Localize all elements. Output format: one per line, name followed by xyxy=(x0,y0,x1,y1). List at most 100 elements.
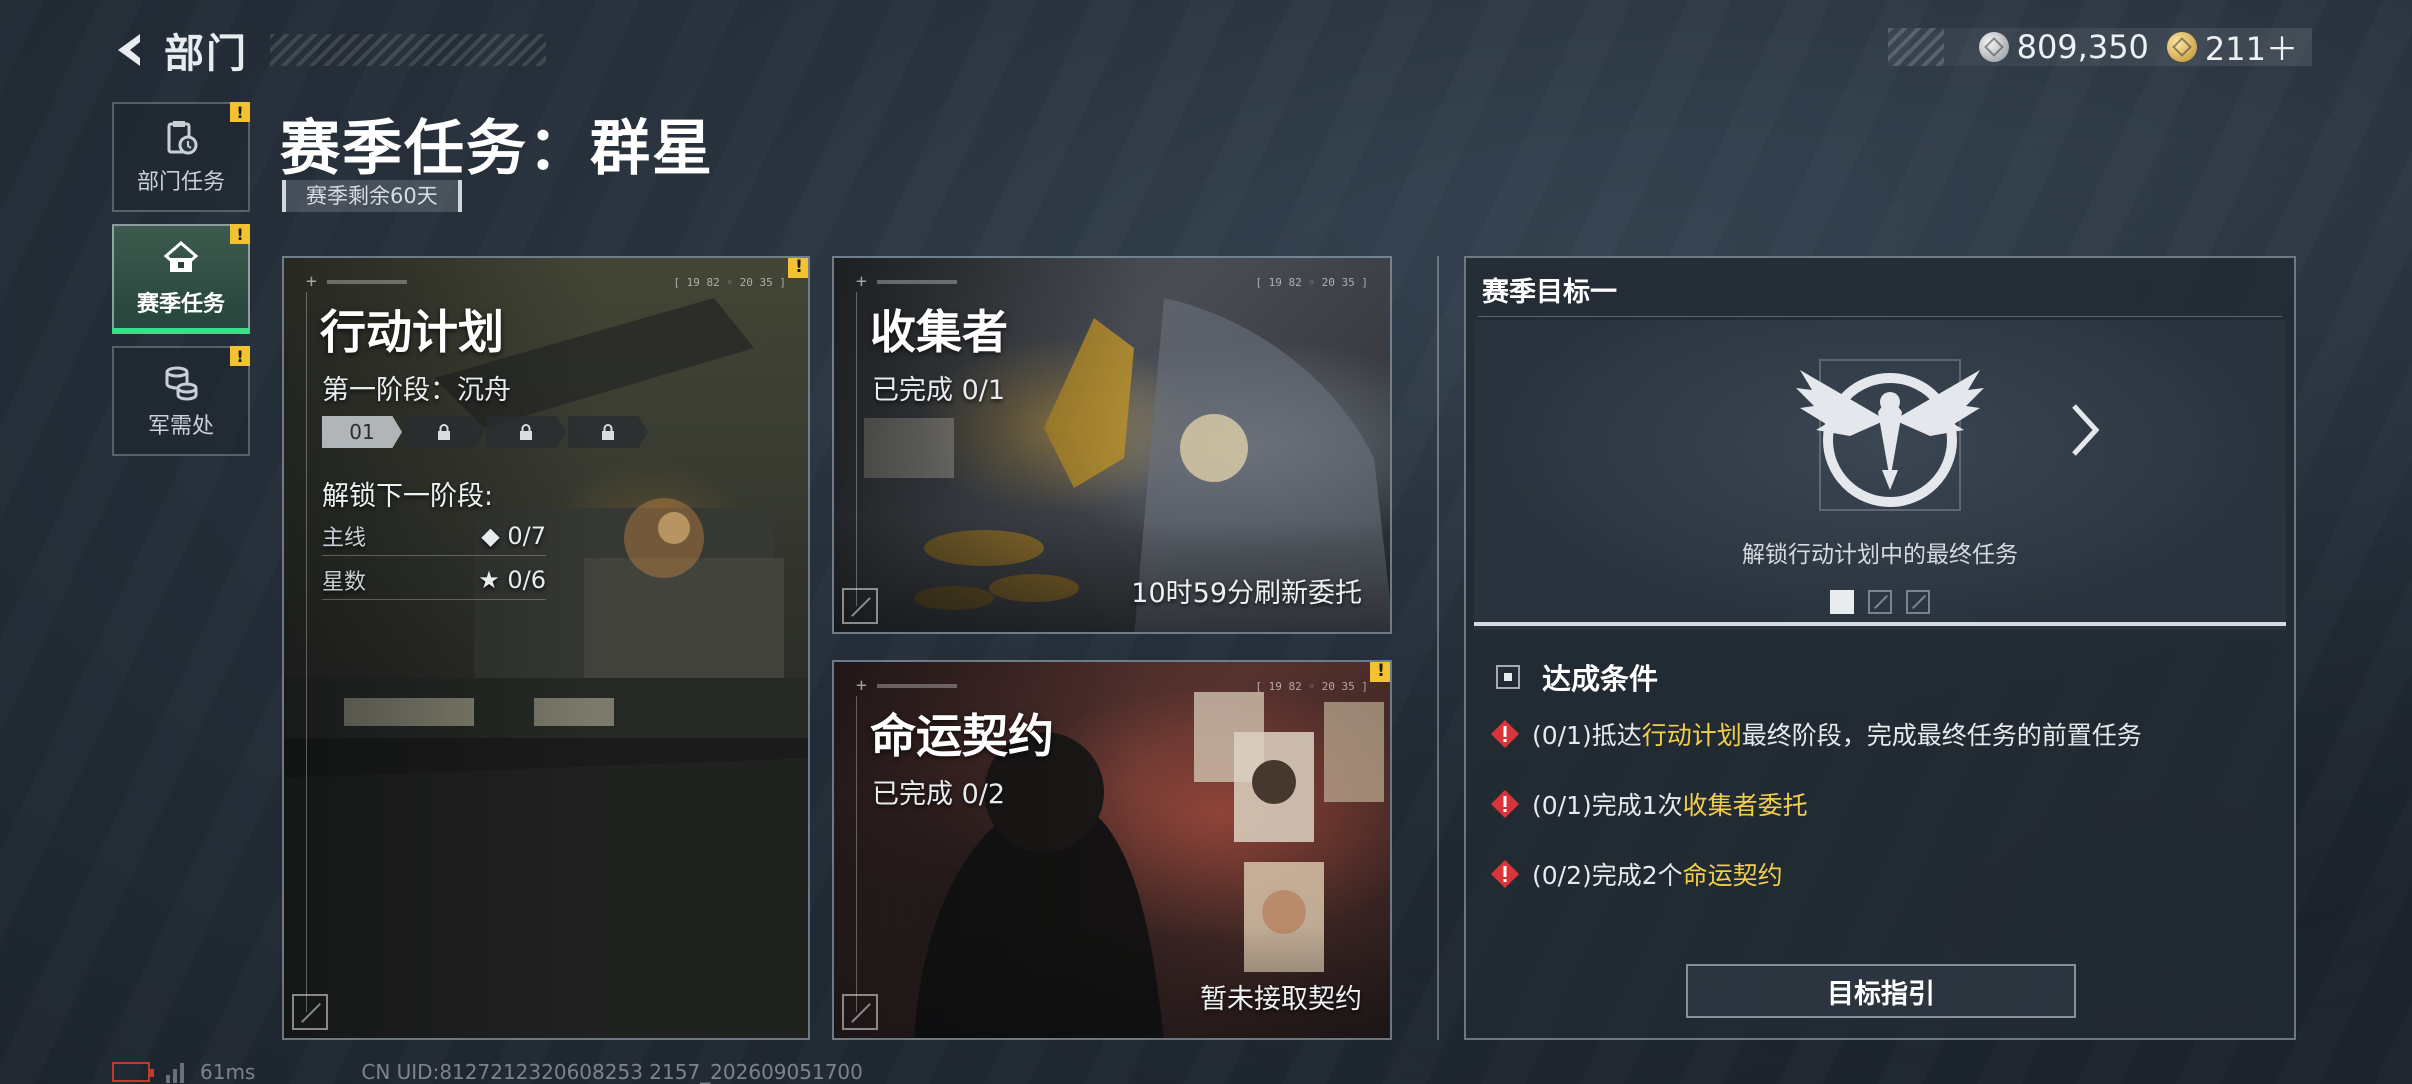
crosshair-icon: + xyxy=(856,271,867,292)
fate-contract-status: 暂未接取契约 xyxy=(1200,984,1362,1015)
status-footer: 61ms CN UID:8127212320608253 2157_202609… xyxy=(112,1060,863,1084)
currency-silver[interactable]: 809,350 xyxy=(1978,28,2149,66)
gold-amount: 211＋ xyxy=(2204,30,2298,68)
lock-icon xyxy=(438,424,450,440)
side-nav: ! 部门任务 ! 赛季任务 ! 军需处 xyxy=(112,102,250,468)
silver-coin-icon xyxy=(1978,32,2009,62)
crosshair-icon: + xyxy=(856,675,867,696)
pager-dot[interactable] xyxy=(1906,590,1930,614)
top-bar: 部门 xyxy=(110,21,546,79)
condition-text: (0/1)抵达行动计划最终阶段，完成最终任务的前置任务 xyxy=(1532,721,2142,750)
card-guide-line xyxy=(306,292,307,1012)
expand-corner-icon xyxy=(842,994,878,1030)
hud-dash xyxy=(326,280,407,284)
fate-contract-card[interactable]: ! + [ 19 82 ◦ 20 35 ] 命运契约 已完成 0/2 暂未接取契… xyxy=(832,660,1392,1040)
collector-card[interactable]: + [ 19 82 ◦ 20 35 ] 收集者 已完成 0/1 10时59分刷新… xyxy=(832,256,1392,634)
nav-label: 军需处 xyxy=(147,414,214,439)
section-divider xyxy=(1437,256,1439,1040)
goal-caption: 解锁行动计划中的最终任务 xyxy=(1742,542,2018,568)
collector-refresh-timer: 10时59分刷新委托 xyxy=(1131,578,1362,609)
nav-item-season-tasks[interactable]: ! 赛季任务 xyxy=(112,224,250,334)
season-goal-panel: 赛季目标一 解锁行动计划中的最终任务 达成条件 (0/1)抵达行动计划最终阶段，… xyxy=(1464,256,2296,1040)
hud-time: [ 19 82 ◦ 20 35 ] xyxy=(1255,275,1368,289)
stage-segment-locked xyxy=(486,416,566,448)
next-goal-chevron-icon[interactable] xyxy=(2066,400,2106,460)
hud-dash xyxy=(876,684,957,688)
card-guide-line xyxy=(856,696,857,1012)
red-alert-icon xyxy=(1491,860,1519,888)
hud-time: [ 19 82 ◦ 20 35 ] xyxy=(673,275,786,289)
card-guide-line xyxy=(856,292,857,606)
conditions-title: 达成条件 xyxy=(1542,662,1659,696)
unlock-next-stage-label: 解锁下一阶段: xyxy=(322,481,494,512)
goal-pager xyxy=(1474,590,2286,614)
nav-label: 赛季任务 xyxy=(136,292,225,317)
collector-progress: 已完成 0/1 xyxy=(872,375,1006,406)
fate-contract-title: 命运契约 xyxy=(870,709,1054,763)
goal-split-bar xyxy=(1474,622,2286,626)
conditions-header: 达成条件 xyxy=(1496,656,1658,698)
requirement-label: 星数 xyxy=(322,569,367,595)
season-badge-icon xyxy=(163,241,199,272)
pager-dot[interactable] xyxy=(1868,590,1892,614)
stage-progress-bar: 01 xyxy=(322,416,648,448)
gold-coin-icon xyxy=(2166,32,2197,62)
action-plan-stage: 第一阶段：沉舟 xyxy=(322,375,511,406)
stage-segment-locked xyxy=(568,416,648,448)
silver-amount: 809,350 xyxy=(2016,28,2149,66)
hud-dash xyxy=(876,280,957,284)
requirement-main: 主线 ◆ 0/7 xyxy=(322,516,546,556)
card-hud: + [ 19 82 ◦ 20 35 ] xyxy=(856,676,1368,696)
alert-badge: ! xyxy=(230,224,250,244)
uid-text: CN UID:8127212320608253 2157_20260905170… xyxy=(361,1060,863,1084)
eagle-emblem-icon xyxy=(1796,359,1984,511)
square-bullet-icon xyxy=(1496,665,1520,689)
goal-header: 赛季目标一 xyxy=(1482,277,1617,308)
card-hud: + [ 19 82 ◦ 20 35 ] xyxy=(306,272,786,292)
condition-row: (0/1)完成1次收集者委托 xyxy=(1490,786,1808,822)
clipboard-icon xyxy=(167,121,198,155)
red-alert-icon xyxy=(1491,790,1519,818)
condition-row: (0/2)完成2个命运契约 xyxy=(1490,856,1783,892)
crosshair-icon: + xyxy=(306,271,317,292)
lock-icon xyxy=(520,424,532,440)
signal-icon xyxy=(166,1061,184,1083)
alert-badge: ! xyxy=(230,102,250,122)
page-title: 赛季任务：群星 xyxy=(280,114,714,184)
action-plan-title: 行动计划 xyxy=(320,305,504,359)
lock-icon xyxy=(602,424,614,440)
requirement-value: ★ 0/6 xyxy=(478,565,546,594)
condition-text: (0/2)完成2个命运契约 xyxy=(1532,861,1783,890)
nav-label: 部门任务 xyxy=(136,170,225,195)
header-decor-stripes xyxy=(270,34,546,66)
goal-header-divider xyxy=(1478,316,2282,317)
hud-time: [ 19 82 ◦ 20 35 ] xyxy=(1255,679,1368,693)
condition-text: (0/1)完成1次收集者委托 xyxy=(1532,791,1808,820)
back-button[interactable]: 部门 xyxy=(110,21,248,79)
expand-corner-icon xyxy=(842,588,878,624)
stage-segment-locked xyxy=(404,416,484,448)
back-arrow-icon xyxy=(118,34,140,66)
ping-value: 61ms xyxy=(200,1060,256,1084)
season-remaining-badge: 赛季剩余60天 xyxy=(282,180,462,212)
coin-stack-icon xyxy=(165,366,198,401)
back-label: 部门 xyxy=(164,31,248,77)
expand-corner-icon xyxy=(292,994,328,1030)
action-plan-card[interactable]: ! + [ 19 82 ◦ 20 35 ] 行动计划 第一阶段：沉舟 01 解锁… xyxy=(282,256,810,1040)
alert-badge: ! xyxy=(230,346,250,366)
requirement-value: ◆ 0/7 xyxy=(481,521,546,550)
pager-dot[interactable] xyxy=(1830,590,1854,614)
currency-bar: 809,350 211＋ xyxy=(1888,28,2312,68)
requirement-stars: 星数 ★ 0/6 xyxy=(322,560,546,600)
collector-title: 收集者 xyxy=(870,305,1008,359)
nav-item-quartermaster[interactable]: ! 军需处 xyxy=(112,346,250,456)
currency-gold[interactable]: 211＋ xyxy=(2166,24,2298,70)
goal-visual: 解锁行动计划中的最终任务 xyxy=(1474,320,2286,630)
battery-low-icon xyxy=(112,1062,154,1082)
requirement-label: 主线 xyxy=(322,525,367,551)
card-hud: + [ 19 82 ◦ 20 35 ] xyxy=(856,272,1368,292)
condition-row: (0/1)抵达行动计划最终阶段，完成最终任务的前置任务 xyxy=(1490,716,2142,752)
fate-contract-progress: 已完成 0/2 xyxy=(872,779,1006,810)
nav-item-department-tasks[interactable]: ! 部门任务 xyxy=(112,102,250,212)
goal-guide-button[interactable]: 目标指引 xyxy=(1686,964,2076,1018)
